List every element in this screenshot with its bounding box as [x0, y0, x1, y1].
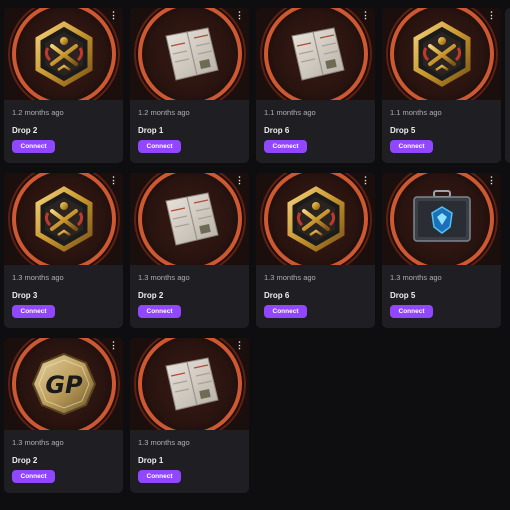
connect-button[interactable]: Connect — [12, 470, 55, 483]
connect-button[interactable]: Connect — [138, 305, 181, 318]
more-options-icon[interactable]: ⋮ — [361, 11, 370, 20]
connect-button[interactable]: Connect — [264, 140, 307, 153]
connect-button[interactable]: Connect — [12, 305, 55, 318]
gold-emblem-icon — [256, 173, 375, 265]
connect-button[interactable]: Connect — [138, 140, 181, 153]
booklet-icon — [130, 173, 249, 265]
drop-time: 1.1 months ago — [390, 108, 442, 117]
svg-text:GP: GP — [45, 371, 83, 399]
gp-coin-icon: GP — [4, 338, 123, 430]
drop-reward-image: ⋮ — [130, 173, 249, 265]
drop-title: Drop 6 — [264, 126, 290, 135]
drop-title: Drop 5 — [390, 291, 416, 300]
more-options-icon[interactable]: ⋮ — [235, 176, 244, 185]
more-options-icon[interactable]: ⋮ — [487, 176, 496, 185]
drop-time: 1.3 months ago — [138, 438, 190, 447]
drop-card: ⋮ 1.3 months ago Drop 3 Connect — [4, 173, 123, 328]
drop-title: Drop 2 — [12, 126, 38, 135]
drop-card: ⋮ 1.1 months ago Drop 6 Connect — [256, 8, 375, 163]
drop-title: Drop 2 — [12, 456, 38, 465]
drop-time: 1.3 months ago — [390, 273, 442, 282]
gold-emblem-icon — [4, 8, 123, 100]
drop-reward-image: ⋮ — [4, 173, 123, 265]
drop-title: Drop 6 — [264, 291, 290, 300]
more-options-icon[interactable]: ⋮ — [109, 11, 118, 20]
more-options-icon[interactable]: ⋮ — [361, 176, 370, 185]
connect-button[interactable]: Connect — [390, 140, 433, 153]
drop-card: ⋮ 1.3 months ago Drop 1 Connect — [130, 338, 249, 493]
drop-card: ⋮ 1.2 months ago Drop 1 Connect — [130, 8, 249, 163]
more-options-icon[interactable]: ⋮ — [109, 341, 118, 350]
booklet-icon — [256, 8, 375, 100]
booklet-icon — [130, 8, 249, 100]
more-options-icon[interactable]: ⋮ — [487, 11, 496, 20]
connect-button[interactable]: Connect — [138, 470, 181, 483]
connect-button[interactable]: Connect — [390, 305, 433, 318]
drop-reward-image: GP ⋮ — [4, 338, 123, 430]
drop-reward-image: ⋮ — [130, 8, 249, 100]
drop-reward-image: ⋮ — [4, 8, 123, 100]
drop-time: 1.3 months ago — [264, 273, 316, 282]
more-options-icon[interactable]: ⋮ — [235, 11, 244, 20]
case-icon — [382, 173, 501, 265]
drop-time: 1.3 months ago — [12, 273, 64, 282]
drop-card: ⋮ 1.3 months ago Drop 2 Connect — [130, 173, 249, 328]
partial-card-edge — [505, 8, 510, 163]
connect-button[interactable]: Connect — [264, 305, 307, 318]
booklet-icon — [130, 338, 249, 430]
drop-time: 1.3 months ago — [12, 438, 64, 447]
gold-emblem-icon — [4, 173, 123, 265]
drop-card: ⋮ 1.3 months ago Drop 6 Connect — [256, 173, 375, 328]
connect-button[interactable]: Connect — [12, 140, 55, 153]
drop-card: GP ⋮ 1.3 months ago Drop 2 Connect — [4, 338, 123, 493]
gold-emblem-icon — [382, 8, 501, 100]
drop-card: ⋮ 1.1 months ago Drop 5 Connect — [382, 8, 501, 163]
drop-time: 1.2 months ago — [12, 108, 64, 117]
drop-reward-image: ⋮ — [130, 338, 249, 430]
drop-card: ⋮ 1.2 months ago Drop 2 Connect — [4, 8, 123, 163]
drop-title: Drop 3 — [12, 291, 38, 300]
drop-time: 1.3 months ago — [138, 273, 190, 282]
drop-card: ⋮ 1.3 months ago Drop 5 Connect — [382, 173, 501, 328]
drop-title: Drop 5 — [390, 126, 416, 135]
more-options-icon[interactable]: ⋮ — [109, 176, 118, 185]
drop-reward-image: ⋮ — [382, 173, 501, 265]
more-options-icon[interactable]: ⋮ — [235, 341, 244, 350]
drop-title: Drop 1 — [138, 126, 164, 135]
drop-reward-image: ⋮ — [256, 8, 375, 100]
drop-reward-image: ⋮ — [382, 8, 501, 100]
drop-title: Drop 1 — [138, 456, 164, 465]
drops-grid: ⋮ 1.2 months ago Drop 2 Connect ⋮ 1.2 mo… — [4, 8, 501, 493]
drop-reward-image: ⋮ — [256, 173, 375, 265]
drop-time: 1.1 months ago — [264, 108, 316, 117]
drop-time: 1.2 months ago — [138, 108, 190, 117]
drop-title: Drop 2 — [138, 291, 164, 300]
